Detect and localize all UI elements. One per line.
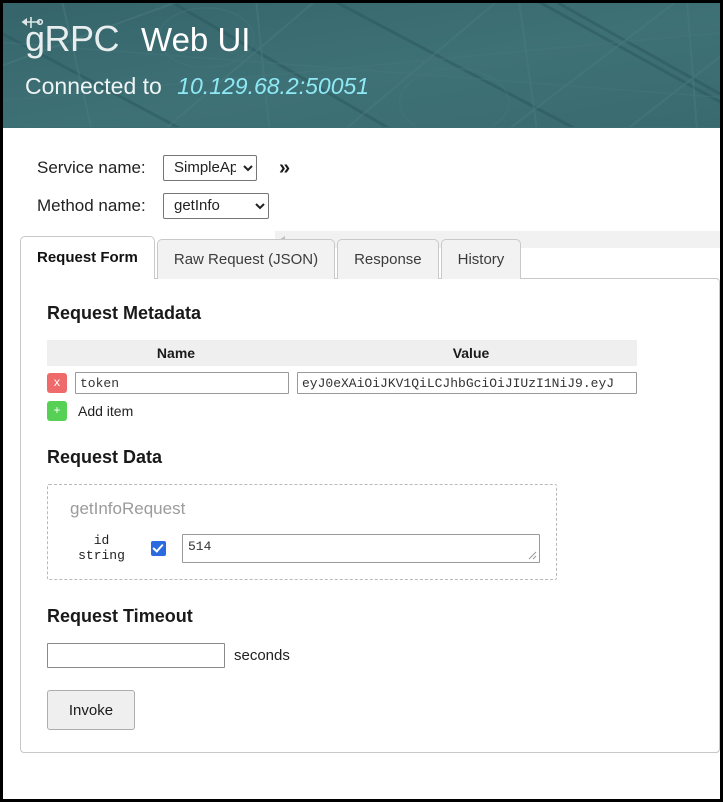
metadata-name-input[interactable]: [75, 372, 289, 394]
add-metadata-row[interactable]: + Add item: [47, 401, 637, 421]
app-header: gRPC Web UI Connected to 10.129.68.2:500…: [3, 3, 720, 128]
brand-row: gRPC Web UI: [21, 17, 720, 63]
invoke-button[interactable]: Invoke: [47, 690, 135, 730]
connection-status: Connected to 10.129.68.2:50051: [25, 73, 720, 100]
grpc-web-ui-window: gRPC Web UI Connected to 10.129.68.2:500…: [0, 0, 723, 802]
connected-label: Connected to: [25, 73, 162, 99]
field-name: id: [93, 533, 110, 548]
metadata-value-input[interactable]: [297, 372, 637, 394]
tabs-area: Request Form Raw Request (JSON) Response…: [20, 236, 720, 753]
page-body: Service name: SimpleApp » Method name: g…: [3, 128, 720, 753]
tab-list: Request Form Raw Request (JSON) Response…: [20, 236, 720, 279]
app-title: Web UI: [141, 21, 251, 58]
tab-request-form[interactable]: Request Form: [20, 236, 155, 279]
method-name-select[interactable]: getInfo: [163, 193, 269, 219]
field-enabled-checkbox[interactable]: [151, 540, 166, 556]
request-metadata-heading: Request Metadata: [47, 303, 202, 323]
request-timeout-heading: Request Timeout: [47, 606, 193, 626]
metadata-column-value: Value: [452, 345, 490, 361]
field-input-wrap: [182, 533, 540, 563]
request-message-name: getInfoRequest: [70, 499, 186, 518]
add-item-label[interactable]: Add item: [78, 403, 133, 419]
add-item-icon[interactable]: +: [47, 401, 67, 421]
tab-response[interactable]: Response: [337, 239, 439, 279]
field-type: string: [78, 548, 125, 563]
remove-metadata-icon[interactable]: x: [47, 373, 67, 393]
tab-raw-request-json[interactable]: Raw Request (JSON): [156, 239, 336, 279]
timeout-row: seconds: [47, 643, 719, 668]
field-value-textarea[interactable]: [182, 533, 540, 563]
method-name-row: Method name: getInfo: [37, 192, 720, 220]
table-row: x: [47, 372, 637, 394]
field-label: id string: [70, 533, 133, 563]
timeout-unit-label: seconds: [234, 647, 290, 664]
service-method-selectors: Service name: SimpleApp » Method name: g…: [3, 128, 720, 220]
request-metadata-table: Name Value x + Add item: [47, 340, 637, 421]
request-field-row: id string: [70, 533, 540, 563]
grpc-node-arrow-icon: [21, 17, 44, 28]
grpc-logo: gRPC: [21, 17, 120, 61]
service-name-select[interactable]: SimpleApp: [163, 155, 257, 181]
metadata-table-header: Name Value: [47, 340, 637, 366]
tab-history[interactable]: History: [440, 239, 522, 279]
connected-address: 10.129.68.2:50051: [177, 73, 370, 99]
method-name-label: Method name:: [37, 196, 146, 215]
timeout-input[interactable]: [47, 643, 225, 668]
request-data-heading: Request Data: [47, 447, 163, 467]
tab-panel-request-form: Request Metadata Name Value x + Add item: [20, 278, 720, 753]
service-name-row: Service name: SimpleApp »: [37, 154, 720, 182]
metadata-column-name: Name: [156, 345, 196, 361]
service-name-label: Service name:: [37, 158, 146, 177]
request-data-box: getInfoRequest id string: [47, 484, 557, 580]
expand-chevron-icon[interactable]: »: [279, 158, 290, 178]
